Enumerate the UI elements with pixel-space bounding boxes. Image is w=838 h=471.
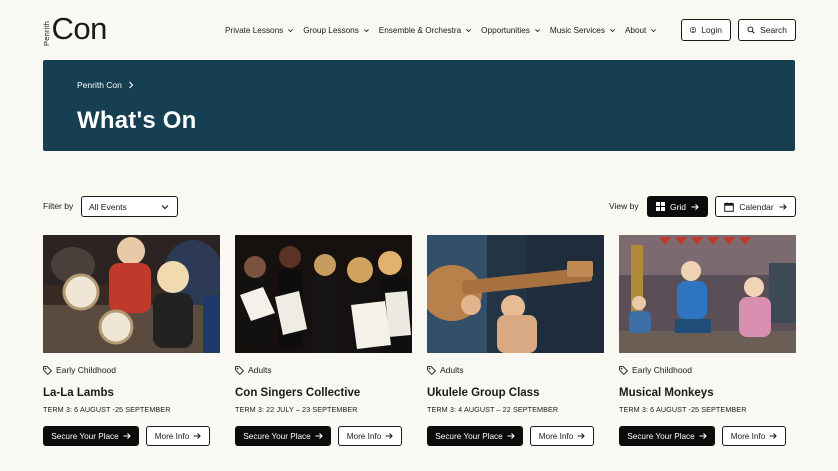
chevron-down-icon <box>363 28 369 32</box>
tag-icon <box>619 365 628 375</box>
event-card: Early Childhood La-La Lambs TERM 3: 6 AU… <box>43 235 220 471</box>
login-label: Login <box>701 25 722 35</box>
more-label: More Info <box>538 431 574 441</box>
secure-place-button[interactable]: Secure Your Place <box>427 426 523 446</box>
event-date: TERM 3: 22 JULY – 23 SEPTEMBER <box>235 405 358 414</box>
arrow-right-icon <box>577 433 586 439</box>
secure-place-button[interactable]: Secure Your Place <box>619 426 715 446</box>
view-by-label: View by <box>609 201 639 211</box>
site-header: Penrith Con Private Lessons Group Lesson… <box>0 0 838 60</box>
event-image[interactable] <box>427 235 604 353</box>
nav-private-lessons[interactable]: Private Lessons <box>225 26 294 35</box>
chevron-down-icon <box>288 28 294 32</box>
category-tag: Adults <box>427 365 464 375</box>
event-title[interactable]: Ukulele Group Class <box>427 387 539 399</box>
calendar-label: Calendar <box>739 201 774 212</box>
search-label: Search <box>760 25 787 35</box>
chevron-right-icon <box>129 81 134 89</box>
arrow-right-icon <box>779 203 787 210</box>
tag-label: Early Childhood <box>632 365 693 375</box>
grid-label: Grid <box>669 201 687 212</box>
secure-place-button[interactable]: Secure Your Place <box>43 426 139 446</box>
calendar-icon <box>724 202 735 212</box>
nav-label: Group Lessons <box>303 25 359 35</box>
grid-view-button[interactable]: Grid <box>647 196 708 217</box>
event-card: Adults Ukulele Group Class TERM 3: 4 AUG… <box>427 235 604 471</box>
event-title[interactable]: La-La Lambs <box>43 387 114 399</box>
category-tag: Early Childhood <box>619 365 692 375</box>
search-button[interactable]: Search <box>738 19 796 41</box>
secure-label: Secure Your Place <box>627 431 695 441</box>
category-tag: Adults <box>235 365 272 375</box>
event-title[interactable]: Con Singers Collective <box>235 387 360 399</box>
chevron-down-icon <box>610 28 615 32</box>
chevron-down-icon <box>651 28 657 32</box>
more-info-button[interactable]: More Info <box>722 426 786 446</box>
more-label: More Info <box>346 431 382 441</box>
arrow-right-icon <box>123 433 131 439</box>
event-date: TERM 3: 6 AUGUST -25 SEPTEMBER <box>619 405 747 414</box>
event-filter-select[interactable]: All Events <box>81 196 178 217</box>
arrow-right-icon <box>385 433 394 439</box>
arrow-right-icon <box>315 433 323 439</box>
secure-label: Secure Your Place <box>51 431 119 441</box>
nav-about[interactable]: About <box>625 26 657 35</box>
event-date: TERM 3: 6 AUGUST -25 SEPTEMBER <box>43 405 171 414</box>
page-title: What's On <box>77 107 197 134</box>
logo-big-text: Con <box>51 11 108 46</box>
more-info-button[interactable]: More Info <box>146 426 210 446</box>
more-info-button[interactable]: More Info <box>338 426 402 446</box>
more-label: More Info <box>154 431 190 441</box>
event-title[interactable]: Musical Monkeys <box>619 387 714 399</box>
breadcrumb-item[interactable]: Penrith Con <box>77 80 122 90</box>
main-nav: Private Lessons Group Lessons Ensemble &… <box>225 22 666 38</box>
login-button[interactable]: Login <box>681 19 731 41</box>
grid-icon <box>655 202 665 211</box>
arrow-right-icon <box>699 433 707 439</box>
nav-opportunities[interactable]: Opportunities <box>481 26 541 35</box>
event-date: TERM 3: 4 AUGUST – 22 SEPTEMBER <box>427 405 559 414</box>
nav-label: Ensemble & Orchestra <box>378 25 462 35</box>
tag-icon <box>427 365 436 375</box>
event-image[interactable] <box>43 235 220 353</box>
site-logo[interactable]: Penrith Con <box>42 11 108 47</box>
chevron-down-icon <box>466 28 472 32</box>
secure-place-button[interactable]: Secure Your Place <box>235 426 331 446</box>
tag-icon <box>235 365 244 375</box>
event-card: Early Childhood Musical Monkeys TERM 3: … <box>619 235 796 471</box>
category-tag: Early Childhood <box>43 365 116 375</box>
more-info-button[interactable]: More Info <box>530 426 594 446</box>
nav-ensemble-orchestra[interactable]: Ensemble & Orchestra <box>379 26 472 35</box>
nav-group-lessons[interactable]: Group Lessons <box>303 26 370 35</box>
search-icon <box>747 26 755 34</box>
filter-label: Filter by <box>43 201 74 211</box>
user-icon <box>690 26 697 34</box>
tag-icon <box>43 365 52 375</box>
chevron-down-icon <box>161 204 169 209</box>
tag-label: Adults <box>248 365 272 375</box>
filter-value: All Events <box>89 201 127 212</box>
logo-small-text: Penrith <box>42 20 51 46</box>
event-image[interactable] <box>619 235 796 353</box>
tag-label: Early Childhood <box>56 365 117 375</box>
chevron-down-icon <box>534 28 540 32</box>
arrow-right-icon <box>507 433 515 439</box>
secure-label: Secure Your Place <box>243 431 311 441</box>
breadcrumb[interactable]: Penrith Con <box>77 80 134 90</box>
nav-label: Opportunities <box>481 25 530 35</box>
nav-label: Private Lessons <box>225 25 284 35</box>
arrow-right-icon <box>193 433 202 439</box>
event-card: Adults Con Singers Collective TERM 3: 22… <box>235 235 412 471</box>
event-image[interactable] <box>235 235 412 353</box>
nav-label: Music Services <box>549 25 605 35</box>
nav-music-services[interactable]: Music Services <box>550 26 616 35</box>
arrow-right-icon <box>691 203 699 210</box>
tag-label: Adults <box>440 365 464 375</box>
hero-banner: Penrith Con What's On <box>43 60 795 151</box>
secure-label: Secure Your Place <box>435 431 503 441</box>
more-label: More Info <box>730 431 766 441</box>
arrow-right-icon <box>769 433 778 439</box>
nav-label: About <box>624 25 647 35</box>
calendar-view-button[interactable]: Calendar <box>715 196 796 217</box>
